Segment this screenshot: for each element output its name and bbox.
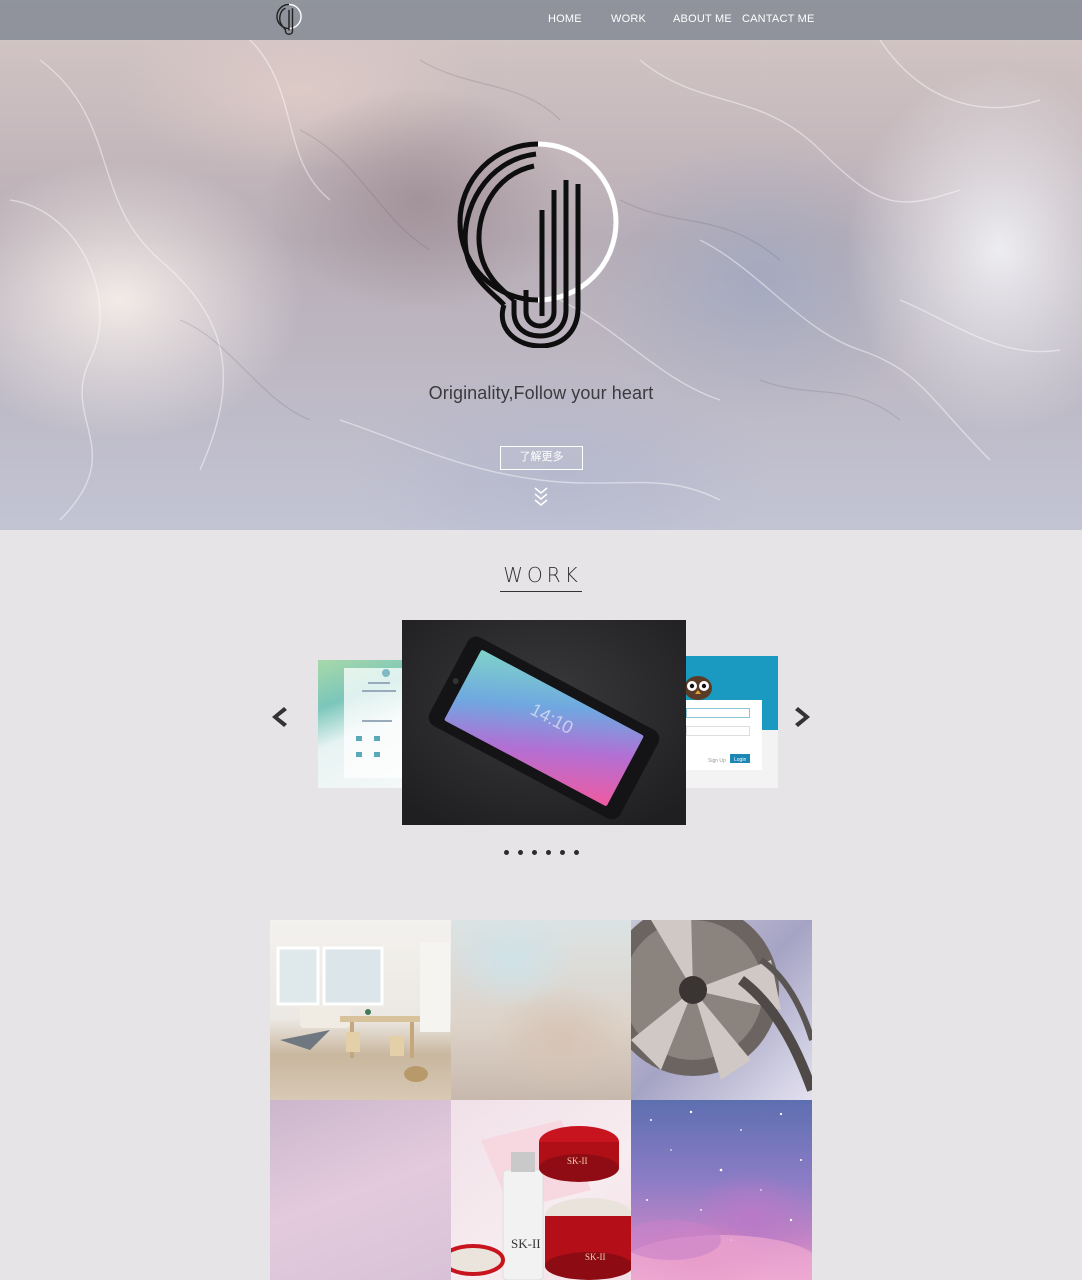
carousel-dot[interactable]	[518, 850, 523, 855]
hero-tagline: Originality,Follow your heart	[428, 383, 654, 403]
product-label: SK-II	[585, 1252, 606, 1262]
carousel-slide-active[interactable]: 14:10	[402, 620, 686, 825]
interior-room-image	[276, 942, 450, 1082]
carousel-next-arrow-icon[interactable]	[792, 705, 814, 729]
nav-home-link[interactable]: HOME	[548, 13, 582, 25]
skincare-products-image: SK-II SK-II SK-II	[451, 1120, 632, 1280]
carousel-dot[interactable]	[504, 850, 509, 855]
carousel-prev-arrow-icon[interactable]	[268, 705, 290, 729]
hero-banner: HOME WORK ABOUT ME CANTACT ME Originalit…	[0, 0, 1082, 530]
work-title-text: WORK	[500, 563, 582, 592]
gallery-tile-blur[interactable]	[451, 920, 632, 1100]
gallery-tile-skincare[interactable]: SK-II SK-II SK-II	[451, 1100, 632, 1280]
nav-work-link[interactable]: WORK	[611, 13, 646, 25]
nav-menu: HOME WORK ABOUT ME CANTACT ME	[0, 13, 1082, 27]
slide-ui-icons	[356, 669, 396, 757]
carousel-dot[interactable]	[560, 850, 565, 855]
carousel-dot[interactable]	[532, 850, 537, 855]
top-navbar: HOME WORK ABOUT ME CANTACT ME	[0, 0, 1082, 40]
product-label: SK-II	[567, 1156, 588, 1166]
nav-contact-link[interactable]: CANTACT ME	[742, 13, 815, 25]
nav-about-link[interactable]: ABOUT ME	[673, 13, 732, 25]
scroll-down-chevron-icon[interactable]	[533, 486, 549, 508]
carousel-slide-next[interactable]: Sign Up Login	[684, 656, 778, 788]
work-gallery: SK-II SK-II SK-II	[270, 920, 812, 1280]
smartphone-image: 14:10	[402, 620, 686, 825]
product-label: SK-II	[511, 1236, 541, 1251]
carousel-pagination	[504, 850, 584, 856]
svg-text:Login: Login	[734, 757, 746, 763]
carousel-dot[interactable]	[546, 850, 551, 855]
galaxy-sky-image	[631, 1110, 812, 1280]
carousel-slide-prev[interactable]	[318, 660, 412, 788]
gallery-tile-film-reel[interactable]	[631, 920, 812, 1100]
gallery-tile-interior[interactable]	[270, 920, 451, 1100]
gallery-tile-galaxy[interactable]	[631, 1100, 812, 1280]
learn-more-button[interactable]: 了解更多	[500, 446, 583, 470]
slide-login-text: Sign Up Login	[708, 754, 750, 764]
work-section-title: WORK	[0, 561, 1082, 592]
svg-text:Sign Up: Sign Up	[708, 758, 726, 764]
gallery-tile-pink[interactable]	[270, 1100, 451, 1280]
hero-logo-icon	[457, 141, 619, 348]
carousel-dot[interactable]	[574, 850, 579, 855]
film-reel-image	[631, 920, 812, 1092]
